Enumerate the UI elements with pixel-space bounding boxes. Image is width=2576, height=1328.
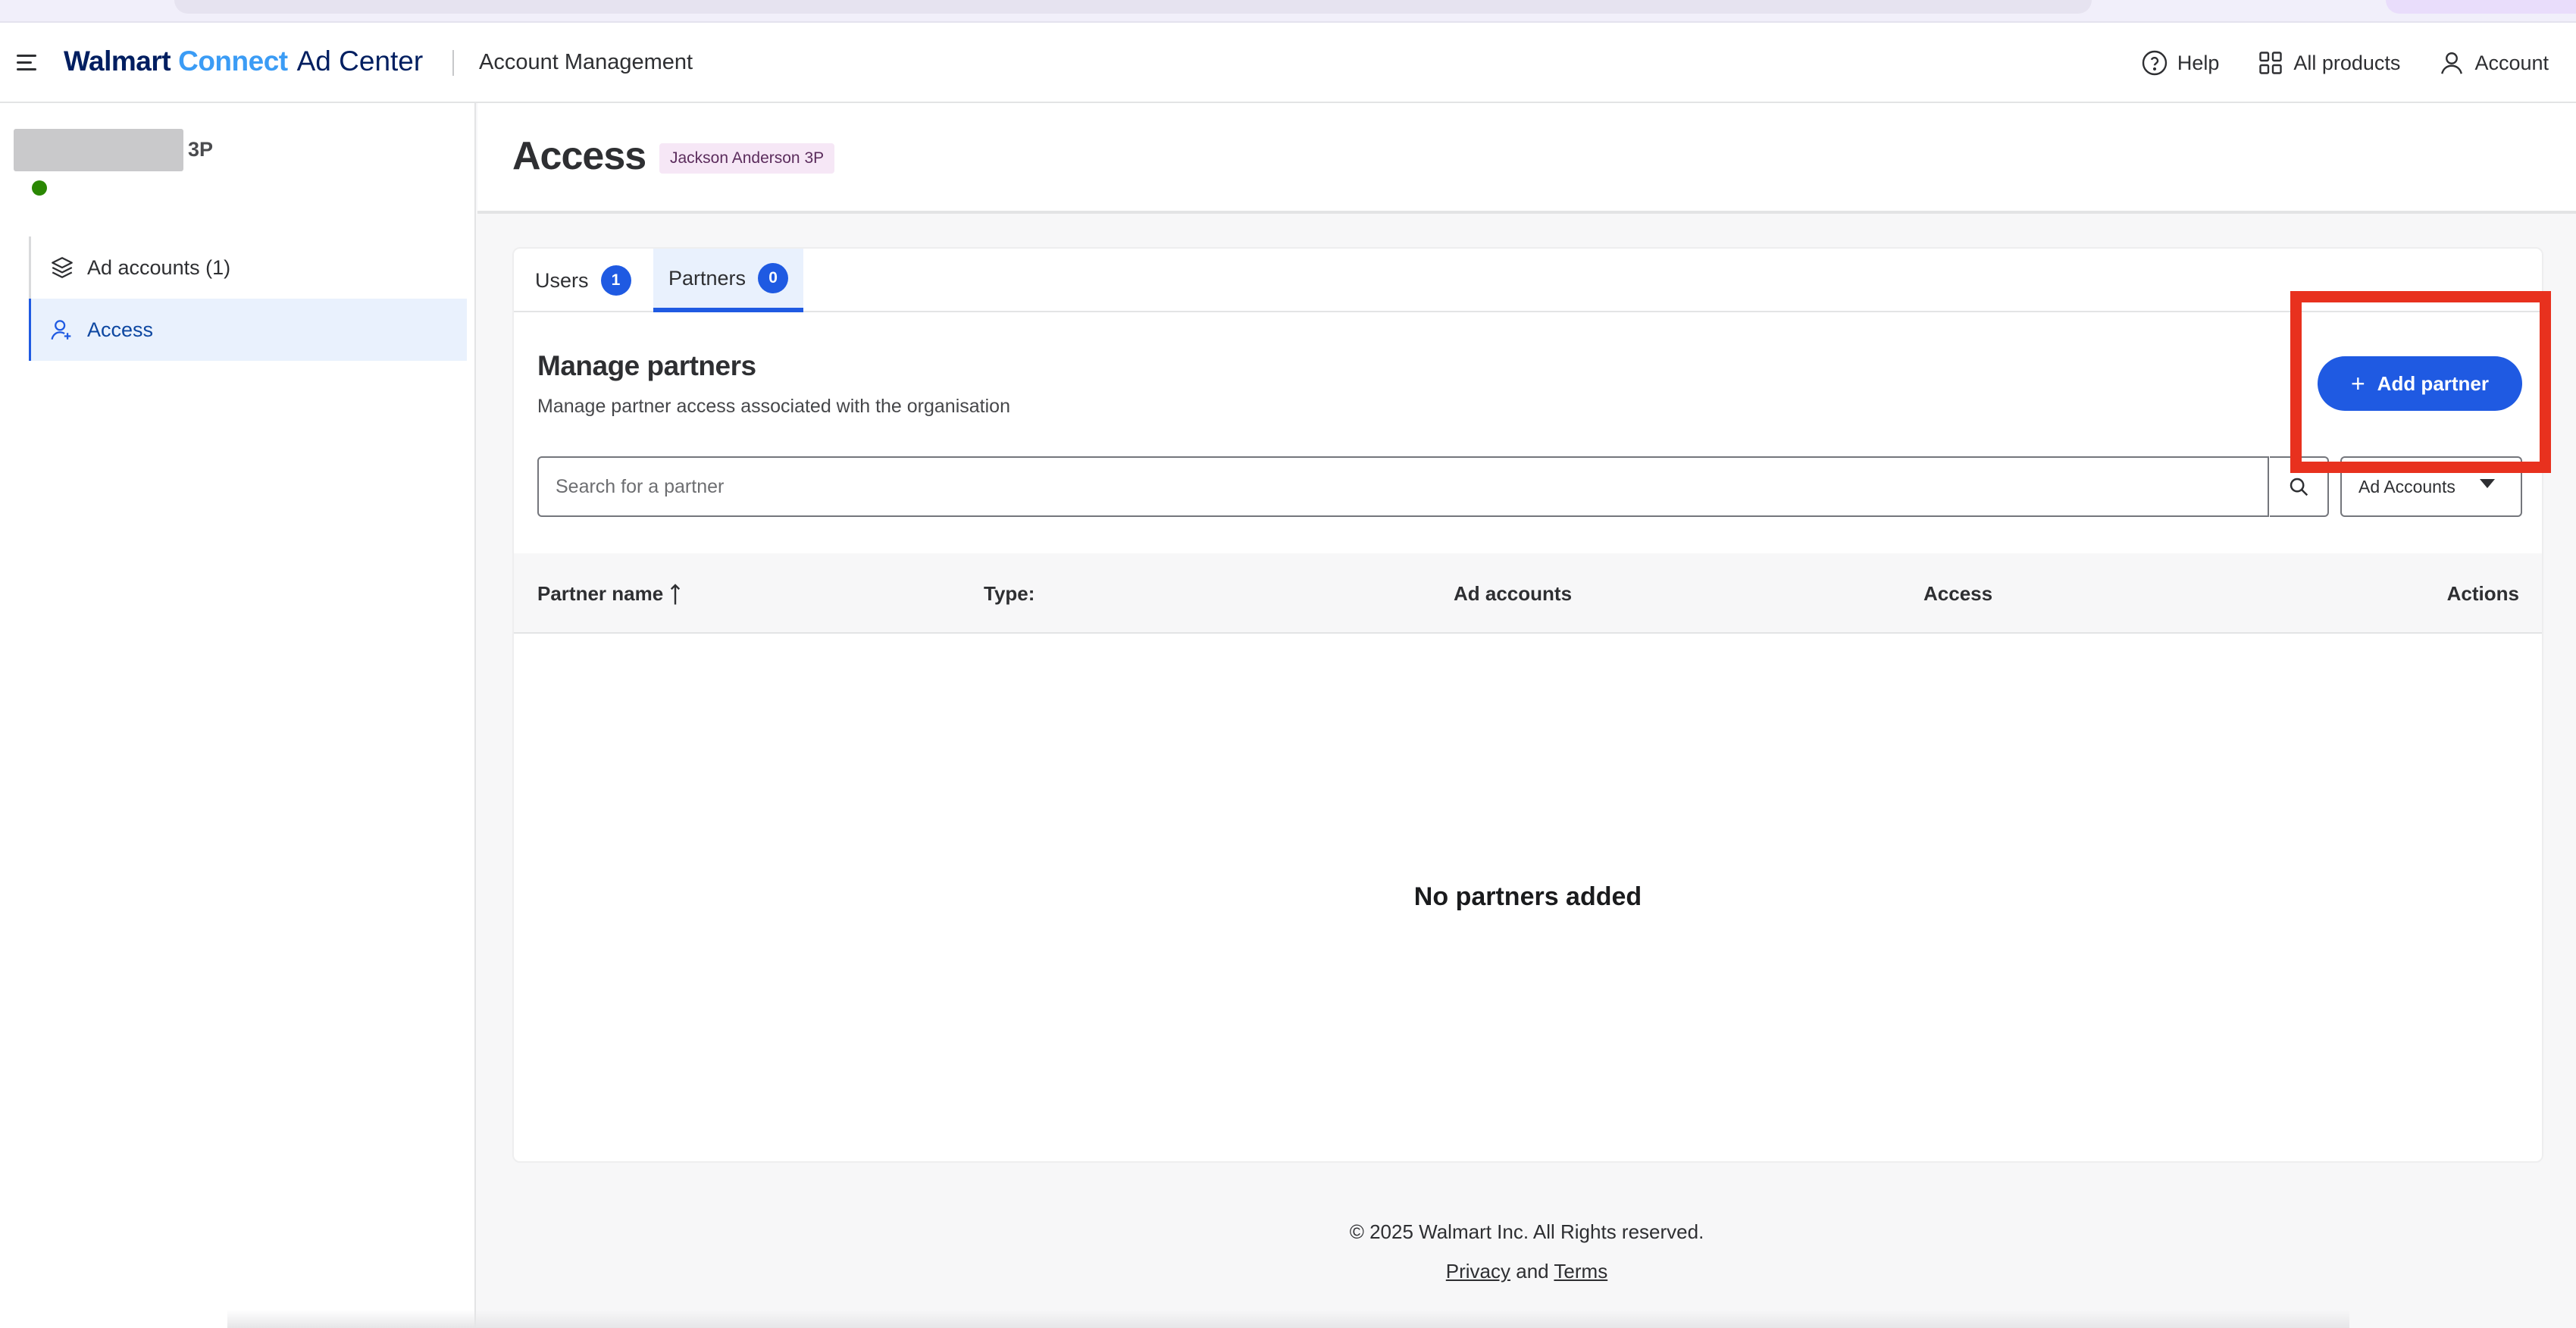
footer-copyright: © 2025 Walmart Inc. All Rights reserved.	[1349, 1220, 1704, 1243]
search-wrapper	[537, 456, 2269, 517]
user-icon	[2441, 52, 2463, 74]
privacy-link[interactable]: Privacy	[1446, 1260, 1510, 1283]
column-type: Type:	[984, 582, 1034, 606]
org-switcher[interactable]: 3P	[14, 129, 468, 196]
column-label: Partner name	[537, 582, 664, 605]
app-header: Walmart Connect Ad Center Account Manage…	[0, 23, 2576, 103]
column-partner-name[interactable]: Partner name	[537, 582, 681, 606]
all-products-label: All products	[2293, 51, 2401, 74]
column-access: Access	[1923, 582, 1992, 606]
access-tabs: Users 1 Partners 0	[514, 249, 2542, 312]
page-header: Access Jackson Anderson 3P	[477, 103, 2576, 214]
tab-label: Users	[535, 268, 589, 292]
browser-address-bar[interactable]	[174, 0, 2092, 14]
browser-chrome	[0, 0, 2576, 23]
org-name-suffix: 3P	[188, 138, 214, 161]
org-name-redacted	[14, 129, 183, 171]
chevron-down-icon	[2480, 479, 2495, 488]
account-label: Account	[2474, 51, 2549, 74]
footer-and: and	[1516, 1260, 1549, 1283]
column-label: Type:	[984, 582, 1035, 605]
page-title: Access	[512, 134, 646, 178]
sidebar-item-label: Ad accounts (1)	[87, 255, 231, 279]
sidebar-item-ad-accounts[interactable]: Ad accounts (1)	[29, 236, 467, 299]
browser-extension-pill[interactable]	[2386, 0, 2576, 14]
search-icon	[2290, 478, 2308, 496]
partners-card: Users 1 Partners 0 Manage partners Manag…	[512, 247, 2543, 1163]
help-icon	[2142, 50, 2168, 76]
org-status-dot	[32, 180, 47, 196]
search-button[interactable]	[2270, 456, 2329, 517]
column-label: Actions	[2446, 582, 2519, 605]
layers-icon	[52, 257, 73, 278]
account-button[interactable]: Account	[2438, 49, 2549, 77]
sidebar: 3P Ad accounts (1) Access	[0, 103, 476, 1328]
search-input[interactable]	[537, 456, 2269, 517]
column-label: Access	[1923, 582, 1993, 605]
ad-accounts-filter-select[interactable]: Ad Accounts	[2340, 456, 2522, 517]
section-title: Manage partners	[537, 350, 756, 381]
brand-connect: Connect	[178, 45, 288, 77]
sidebar-item-label: Access	[87, 318, 154, 341]
all-products-button[interactable]: All products	[2257, 49, 2400, 77]
help-button[interactable]: Help	[2141, 49, 2220, 77]
brand-walmart: Walmart	[64, 45, 171, 77]
sidebar-nav: Ad accounts (1) Access	[29, 236, 467, 361]
footer-links: Privacy and Terms	[477, 1260, 2576, 1283]
add-partner-button[interactable]: + Add partner	[2318, 356, 2522, 411]
brand-adcenter: Ad Center	[296, 45, 424, 77]
tab-label: Partners	[668, 266, 747, 290]
brand-divider	[452, 50, 454, 76]
plus-icon: +	[2350, 369, 2365, 397]
column-ad-accounts: Ad accounts	[1454, 582, 1572, 606]
tab-count-badge: 1	[600, 265, 631, 296]
tab-partners[interactable]: Partners 0	[653, 249, 804, 312]
column-actions: Actions	[2447, 582, 2519, 606]
sidebar-item-access[interactable]: Access	[29, 299, 467, 361]
partners-table-header: Partner name Type: Ad accounts Access Ac…	[514, 553, 2542, 634]
bottom-shadow	[227, 1310, 2349, 1328]
column-label: Ad accounts	[1454, 582, 1573, 605]
header-actions: Help All products Account	[2141, 23, 2549, 103]
terms-link[interactable]: Terms	[1554, 1260, 1607, 1283]
add-partner-label: Add partner	[2377, 371, 2490, 395]
filter-selected-value: Ad Accounts	[2358, 476, 2455, 496]
app-name: Account Management	[479, 50, 693, 74]
help-label: Help	[2177, 51, 2220, 74]
grid-icon	[2259, 52, 2283, 74]
empty-state-message: No partners added	[1413, 882, 1642, 911]
tab-users[interactable]: Users 1	[520, 249, 646, 312]
hamburger-menu-icon[interactable]	[17, 55, 36, 71]
brand-logo[interactable]: Walmart Connect Ad Center	[64, 45, 423, 77]
sort-ascending-icon	[671, 583, 681, 604]
tab-count-badge: 0	[758, 263, 789, 293]
section-subtitle: Manage partner access associated with th…	[537, 396, 1010, 417]
org-tag: Jackson Anderson 3P	[659, 143, 835, 174]
user-access-icon	[51, 320, 71, 340]
